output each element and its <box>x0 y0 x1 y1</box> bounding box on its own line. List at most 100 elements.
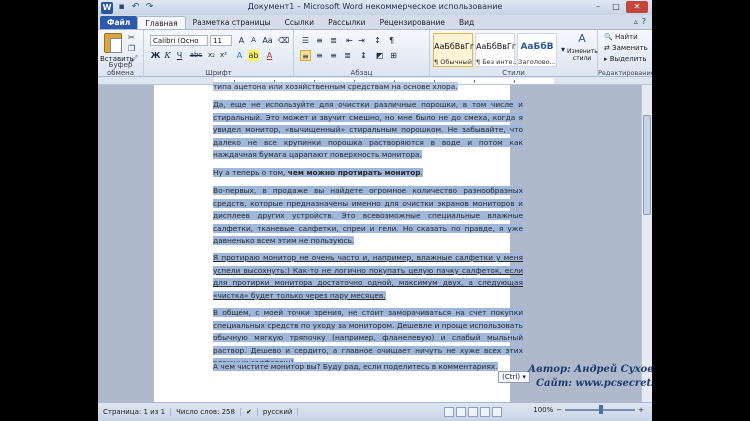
title-bar: W ▪ ↶ ↷ Документ1 – Microsoft Word неком… <box>98 0 652 15</box>
bullets-icon[interactable]: ☰ <box>300 35 311 46</box>
scrollbar-thumb[interactable] <box>643 115 651 215</box>
grow-font-icon[interactable]: A <box>236 35 247 46</box>
zoom-slider[interactable] <box>565 405 636 414</box>
paragraph-text: Я протираю монитор не очень часто и, нап… <box>213 253 523 300</box>
paragraph-4[interactable]: Я протираю монитор не очень часто и, нап… <box>213 252 523 302</box>
paragraph-text: А чем чистите монитор вы? Буду рад, если… <box>213 362 498 371</box>
help-icon[interactable]: ? <box>642 17 646 26</box>
subscript-button[interactable]: x₂ <box>206 50 217 61</box>
paste-options-button[interactable]: (Ctrl) ▾ <box>498 371 530 383</box>
proofing-icon[interactable]: ✔ <box>241 408 258 416</box>
tab-references[interactable]: Ссылки <box>278 16 321 29</box>
outline-view-icon[interactable] <box>480 407 490 417</box>
style-name: Заголово... <box>518 58 556 66</box>
tab-view[interactable]: Вид <box>452 16 481 29</box>
paste-icon[interactable] <box>104 33 122 53</box>
style-normal[interactable]: АаБбВвГг ¶ Обычный <box>433 33 475 67</box>
align-left-button[interactable]: ≡ <box>300 50 311 61</box>
align-center-button[interactable]: ≡ <box>314 50 325 61</box>
paragraph-text: типа ацетона или хозяйственным средствам… <box>213 82 458 91</box>
numbering-icon[interactable]: ≡ <box>314 35 325 46</box>
find-button[interactable]: 🔍 Найти <box>604 33 638 41</box>
font-size-select[interactable]: 11 <box>210 35 232 46</box>
tab-review[interactable]: Рецензирование <box>373 16 452 29</box>
document-page[interactable]: типа ацетона или хозяйственным средствам… <box>154 82 523 402</box>
style-no-spacing[interactable]: АаБбВвГг ¶ Без инте... <box>475 33 519 67</box>
word-count[interactable]: Число слов: 258 <box>171 408 241 416</box>
paragraph-3[interactable]: Во-первых, в продаже вы найдете огромное… <box>213 185 523 248</box>
bold-button[interactable]: Ж <box>150 50 161 61</box>
draft-view-icon[interactable] <box>492 407 502 417</box>
clipboard-label: Буфер обмена <box>106 61 135 77</box>
tab-home[interactable]: Главная <box>137 16 186 29</box>
minimize-button[interactable]: – <box>590 1 606 13</box>
italic-button[interactable]: К <box>162 50 173 61</box>
window-title: Документ1 – Microsoft Word некоммерческо… <box>247 2 503 11</box>
paragraph-6[interactable]: А чем чистите монитор вы? Буду рад, если… <box>213 361 523 374</box>
paragraph-1[interactable]: Да, еще не используйте для очистки разли… <box>213 99 523 162</box>
change-styles-icon[interactable]: A <box>570 33 594 44</box>
font-color-icon[interactable]: A <box>264 50 275 61</box>
web-layout-view-icon[interactable] <box>468 407 478 417</box>
editing-group-label: Редактирование <box>598 69 652 77</box>
superscript-button[interactable]: x² <box>218 50 229 61</box>
style-sample: АаБбВвГг <box>434 42 475 51</box>
close-button[interactable]: ✕ <box>626 1 648 13</box>
underline-button[interactable]: Ч <box>174 50 185 61</box>
maximize-button[interactable]: □ <box>608 1 624 13</box>
line-spacing-icon[interactable]: ↨ <box>358 50 369 61</box>
watermark-author: Автор: Андрей Сухов <box>528 364 652 375</box>
multilevel-list-icon[interactable]: ≣ <box>328 35 339 46</box>
full-screen-view-icon[interactable] <box>456 407 466 417</box>
sort-icon[interactable]: ↕ <box>372 35 383 46</box>
tab-file[interactable]: Файл <box>100 16 138 29</box>
borders-icon[interactable]: ⊞ <box>388 50 399 61</box>
paragraph-bold-text: чем можно протирать монитор <box>287 168 421 177</box>
paragraph-group: ☰ ≡ ≣ ⇤ ⇥ ↕ ¶ ≡ ≡ ≡ ≣ ↨ ◩ ⊞ Абзац <box>294 30 430 78</box>
zoom-level[interactable]: 100% <box>533 406 553 414</box>
styles-more-icon[interactable]: ▾ <box>559 33 567 67</box>
select-label: Выделить <box>609 55 647 63</box>
style-heading[interactable]: АаБбВ Заголово... <box>517 33 557 67</box>
style-name: ¶ Без инте... <box>476 58 519 66</box>
paragraph-text: Во-первых, в продаже вы найдете огромное… <box>213 186 523 246</box>
shading-icon[interactable]: ◩ <box>374 50 385 61</box>
tab-page-layout[interactable]: Разметка страницы <box>186 16 278 29</box>
zoom-knob[interactable] <box>599 405 604 414</box>
show-marks-icon[interactable]: ¶ <box>386 35 397 46</box>
cut-icon[interactable]: ✂ <box>128 34 137 42</box>
paragraph-group-label: Абзац <box>350 69 373 77</box>
ribbon: Вставить ✂ ❐ 🖌 Буфер обмена Calibri (Осн… <box>98 29 652 78</box>
select-button[interactable]: ▸ Выделить <box>604 55 646 63</box>
font-family-select[interactable]: Calibri (Осно <box>150 35 208 46</box>
change-case-icon[interactable]: Aa <box>262 35 273 46</box>
page-count[interactable]: Страница: 1 из 1 <box>98 408 172 416</box>
highlight-color-icon[interactable]: ab <box>248 50 259 61</box>
document-area: типа ацетона или хозяйственным средствам… <box>98 82 652 402</box>
increase-indent-icon[interactable]: ⇥ <box>356 35 367 46</box>
styles-group-label: Стили <box>502 69 525 77</box>
watermark-site: Сайт: www.pcsecrets.ru <box>536 378 652 389</box>
text-effects-icon[interactable]: A <box>234 50 245 61</box>
style-name: ¶ Обычный <box>434 58 472 66</box>
vertical-scrollbar[interactable] <box>641 85 652 402</box>
decrease-indent-icon[interactable]: ⇤ <box>344 35 355 46</box>
align-right-button[interactable]: ≡ <box>328 50 339 61</box>
clear-format-icon[interactable]: ⌫ <box>278 35 289 46</box>
copy-icon[interactable]: ❐ <box>128 45 137 53</box>
zoom-in-icon[interactable]: + <box>638 406 644 414</box>
replace-button[interactable]: ⇄ Заменить <box>604 44 648 52</box>
paragraph-0[interactable]: типа ацетона или хозяйственным средствам… <box>213 81 523 94</box>
justify-button[interactable]: ≣ <box>342 50 353 61</box>
language[interactable]: русский <box>258 408 299 416</box>
strikethrough-button[interactable]: abc <box>188 50 204 61</box>
letterbox-right <box>652 0 750 421</box>
change-styles-button[interactable]: Изменить стили <box>567 48 598 62</box>
paragraph-2[interactable]: Ну а теперь о том, чем можно протирать м… <box>213 167 523 180</box>
shrink-font-icon[interactable]: A <box>248 35 259 46</box>
print-layout-view-icon[interactable] <box>444 407 454 417</box>
zoom-out-icon[interactable]: − <box>556 406 562 414</box>
tab-mailings[interactable]: Рассылки <box>321 16 373 29</box>
ribbon-minimize-icon[interactable]: ▵ <box>634 17 638 26</box>
paragraph-text: . <box>420 168 423 177</box>
